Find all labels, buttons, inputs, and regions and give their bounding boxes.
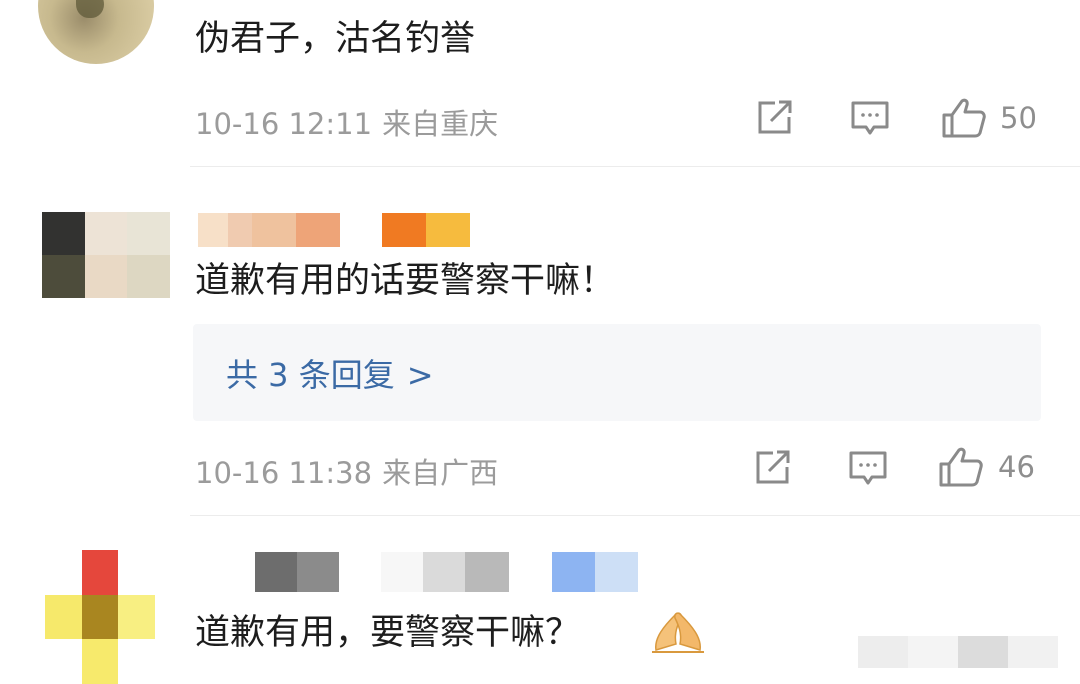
avatar[interactable] <box>45 550 155 684</box>
folded-hands-emoji <box>652 612 704 653</box>
redaction-block <box>1008 636 1058 668</box>
comment-location: 来自重庆 <box>382 107 499 141</box>
comment-icon <box>849 451 887 485</box>
avatar-mosaic-tile <box>118 594 155 640</box>
avatar-mosaic-tile <box>81 594 119 640</box>
comment-meta: 10-16 12:11 来自重庆 <box>195 101 498 143</box>
comment-time: 10-16 12:11 <box>195 107 373 141</box>
comment-button[interactable] <box>848 98 892 138</box>
comment-icon <box>851 101 889 135</box>
watermark-redacted <box>858 636 1058 668</box>
share-button[interactable] <box>752 448 794 488</box>
redaction-block <box>296 213 340 247</box>
replies-panel[interactable]: 共 3 条回复 > <box>193 324 1041 421</box>
divider <box>190 515 1080 516</box>
username-redacted[interactable] <box>198 213 340 247</box>
avatar-mosaic-tile <box>118 550 155 595</box>
share-button[interactable] <box>754 98 796 138</box>
redaction-block <box>382 213 426 247</box>
redaction-block <box>339 552 381 592</box>
comment-text: 道歉有用，要警察干嘛？ <box>195 613 581 653</box>
avatar-mosaic-tile <box>118 639 155 684</box>
redaction-block <box>228 213 252 247</box>
comment-location: 来自广西 <box>382 456 499 490</box>
user-badge-redacted <box>382 213 470 247</box>
redaction-block <box>958 636 1008 668</box>
user-badge-redacted <box>552 552 638 592</box>
avatar-mosaic-tile <box>42 212 85 255</box>
avatar[interactable] <box>42 212 170 298</box>
avatar[interactable] <box>38 0 154 64</box>
avatar-mosaic-tile <box>84 255 128 298</box>
redaction-block <box>426 213 470 247</box>
comment-text: 道歉有用的话要警察干嘛！ <box>195 261 616 301</box>
redaction-block <box>381 552 423 592</box>
avatar-mosaic-tile <box>45 594 82 640</box>
divider <box>190 166 1080 167</box>
comment-button[interactable] <box>846 448 890 488</box>
like-count: 46 <box>998 450 1035 484</box>
avatar-painting-detail <box>76 0 104 18</box>
view-replies-link[interactable]: 共 3 条回复 > <box>226 350 434 396</box>
like-icon <box>939 447 983 487</box>
redaction-block <box>858 636 908 668</box>
avatar-mosaic-tile <box>127 255 170 298</box>
like-button[interactable] <box>940 96 988 140</box>
username-redacted[interactable] <box>255 552 509 592</box>
comment-meta: 10-16 11:38 来自广西 <box>195 450 498 492</box>
redaction-block <box>595 552 638 592</box>
comment-text: 伪君子，沽名钓誉 <box>195 19 476 59</box>
replies-count-label: 共 3 条回复 <box>226 355 395 394</box>
redaction-block <box>198 213 228 247</box>
redaction-block <box>465 552 509 592</box>
redaction-block <box>252 213 296 247</box>
avatar-mosaic-tile <box>127 212 170 255</box>
chevron-right-icon: > <box>406 355 434 394</box>
avatar-mosaic-tile <box>81 639 119 684</box>
avatar-mosaic-tile <box>45 550 82 595</box>
like-count: 50 <box>1000 101 1037 135</box>
comment-time: 10-16 11:38 <box>195 456 373 490</box>
redaction-block <box>908 636 958 668</box>
avatar-mosaic-tile <box>81 550 119 595</box>
redaction-block <box>552 552 595 592</box>
redaction-block <box>423 552 465 592</box>
like-button[interactable] <box>937 445 985 489</box>
redaction-block <box>297 552 339 592</box>
share-icon <box>758 100 792 134</box>
like-icon <box>942 98 986 138</box>
avatar-mosaic-tile <box>84 212 128 255</box>
share-icon <box>756 450 790 484</box>
redaction-block <box>255 552 297 592</box>
avatar-mosaic-tile <box>45 639 82 684</box>
avatar-mosaic-tile <box>42 255 85 298</box>
